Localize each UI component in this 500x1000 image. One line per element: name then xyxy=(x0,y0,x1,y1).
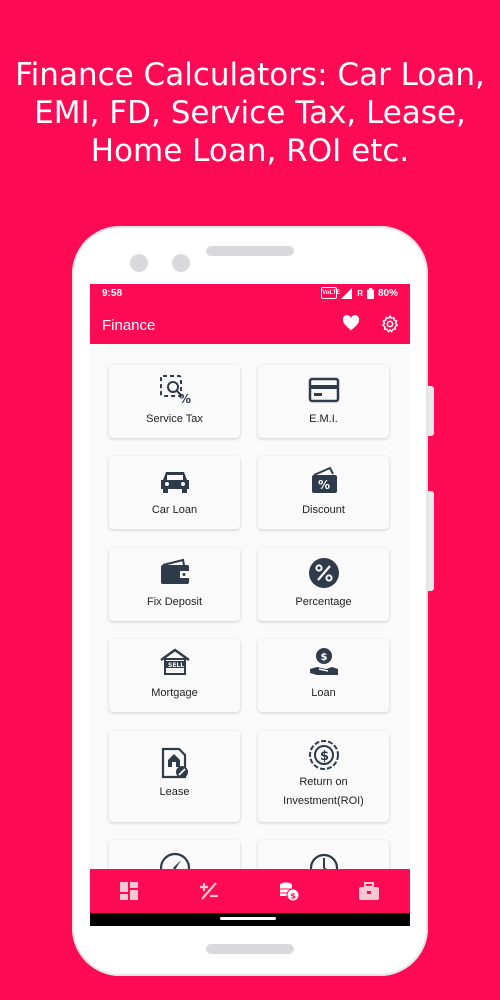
volume-button xyxy=(428,386,434,436)
app-title: Finance xyxy=(102,317,156,334)
card-loan[interactable]: $ Loan xyxy=(258,639,389,712)
roaming-indicator: R xyxy=(357,288,363,298)
card-label: Car Loan xyxy=(151,504,198,516)
briefcase-icon[interactable] xyxy=(358,880,380,902)
card-label-line-2: Investment(ROI) xyxy=(283,795,364,807)
dashboard-icon[interactable] xyxy=(118,880,140,902)
card-label: Fix Deposit xyxy=(146,596,203,608)
house-sell-icon: SELL xyxy=(109,648,240,676)
svg-text:$: $ xyxy=(290,892,296,901)
home-gesture-pill[interactable] xyxy=(220,917,276,920)
card-label: Percentage xyxy=(295,596,352,608)
card-emi[interactable]: E.M.I. xyxy=(258,365,389,438)
wallet-icon xyxy=(109,558,240,586)
card-label: Service Tax xyxy=(146,413,203,425)
credit-card-icon xyxy=(258,377,389,403)
service-tax-icon: % xyxy=(109,374,240,404)
promo-line-1: Finance Calculators: Car Loan, xyxy=(15,57,485,93)
svg-text:%: % xyxy=(318,478,330,492)
battery-icon xyxy=(366,287,374,299)
plus-minus-icon[interactable] xyxy=(198,880,220,902)
card-percentage[interactable]: Percentage xyxy=(258,548,389,621)
percent-icon xyxy=(258,557,389,589)
promo-line-2: EMI, FD, Service Tax, Lease, xyxy=(34,95,466,131)
app-bar: Finance xyxy=(90,304,410,344)
speaker-grille xyxy=(206,246,294,256)
svg-text:SELL: SELL xyxy=(168,662,184,669)
svg-text:$: $ xyxy=(320,652,327,663)
volte-icon: VoLTE xyxy=(321,287,340,299)
battery-level: 80% xyxy=(377,287,398,299)
card-fix-deposit[interactable]: Fix Deposit xyxy=(109,548,240,621)
lease-document-icon xyxy=(109,747,240,779)
phone-bottom-speaker xyxy=(206,944,294,954)
card-label: Mortgage xyxy=(151,687,198,699)
coins-icon[interactable]: $ xyxy=(278,880,300,902)
app-screen: 9:58 VoLTE R 80% Finance % Service Tax E… xyxy=(90,284,410,926)
svg-text:$: $ xyxy=(320,749,329,764)
card-label: Lease xyxy=(159,786,190,798)
gear-icon[interactable] xyxy=(380,314,400,339)
card-car-loan[interactable]: Car Loan xyxy=(109,456,240,529)
status-time: 9:58 xyxy=(102,288,123,299)
card-label: E.M.I. xyxy=(309,413,338,425)
card-lease[interactable]: Lease xyxy=(109,731,240,822)
card-discount[interactable]: % Discount xyxy=(258,456,389,529)
card-label-line-1: Return on xyxy=(299,776,348,788)
signal-icon xyxy=(341,287,353,299)
status-bar: 9:58 VoLTE R 80% xyxy=(90,284,410,304)
power-button xyxy=(428,491,434,591)
system-navigation-bar xyxy=(90,913,410,926)
discount-tag-icon: % xyxy=(258,465,389,495)
camera-dot xyxy=(130,254,148,272)
promo-headline: Finance Calculators: Car Loan, EMI, FD, … xyxy=(0,56,500,170)
roi-coin-icon: $ xyxy=(258,739,389,771)
card-roi[interactable]: $ Return on Investment(ROI) xyxy=(258,731,389,822)
car-icon xyxy=(109,468,240,494)
heart-icon[interactable] xyxy=(342,315,360,336)
calculator-grid: % Service Tax E.M.I. Car Loan % Discount… xyxy=(90,344,410,900)
svg-text:%: % xyxy=(179,392,191,404)
status-icons: VoLTE R 80% xyxy=(321,287,398,299)
card-label: Loan xyxy=(311,687,336,699)
hand-coin-icon: $ xyxy=(258,647,389,679)
card-service-tax[interactable]: % Service Tax xyxy=(109,365,240,438)
phone-frame: 9:58 VoLTE R 80% Finance % Service Tax E… xyxy=(72,226,434,976)
card-mortgage[interactable]: SELL Mortgage xyxy=(109,639,240,712)
card-label: Discount xyxy=(302,504,345,516)
sensor-dot xyxy=(172,254,190,272)
promo-line-3: Home Loan, ROI etc. xyxy=(90,133,410,169)
bottom-navigation: $ xyxy=(90,869,410,913)
